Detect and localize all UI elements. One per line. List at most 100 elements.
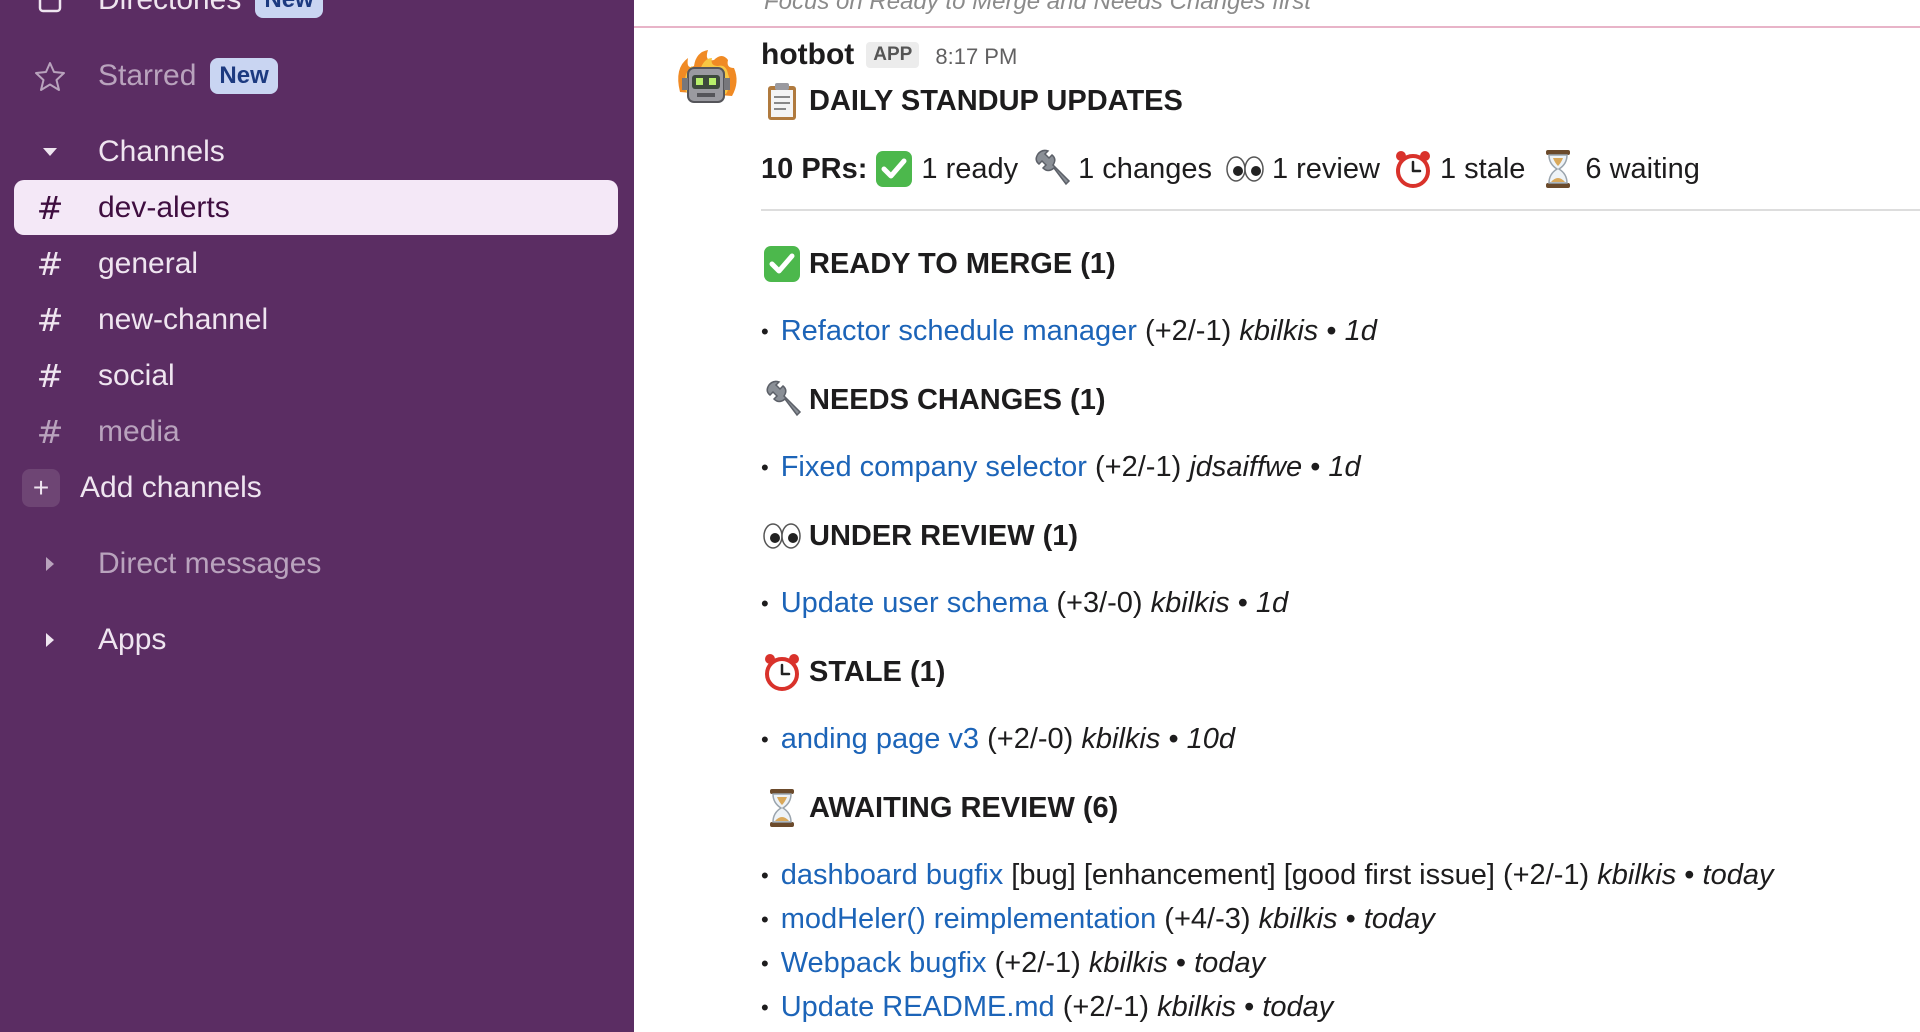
pr-diff: (+2/-1) (1145, 315, 1232, 347)
wrench-icon (1030, 148, 1072, 190)
sidebar-item-starred[interactable]: Starred New (14, 48, 618, 103)
app-badge: APP (866, 42, 920, 68)
pr-age: today (1363, 903, 1435, 935)
focus-hint: Focus on Ready to Merge and Needs Change… (764, 0, 1311, 15)
summary-prefix: 10 PRs: (761, 152, 868, 185)
pr-link[interactable]: Webpack bugfix (781, 947, 987, 980)
section-awaiting-review: AWAITING REVIEW (6) (761, 787, 1118, 829)
pr-list-item: • anding page v3 (+2/-0) kbilkis • 10d (761, 723, 1235, 756)
pr-link[interactable]: Refactor schedule manager (781, 315, 1137, 348)
plus-icon: + (22, 468, 60, 507)
robot-fire-icon (678, 50, 737, 103)
separator: • (1237, 587, 1248, 619)
pr-link[interactable]: Update README.md (781, 991, 1055, 1024)
section-title: AWAITING REVIEW (6) (809, 791, 1119, 824)
bot-name[interactable]: hotbot (761, 38, 854, 72)
pr-author: kbilkis (1157, 991, 1237, 1023)
summary-ready-text: 1 ready (921, 152, 1019, 185)
add-channels-label: Add channels (80, 470, 262, 504)
pr-age: 1d (1328, 451, 1361, 483)
channels-section-header[interactable]: Channels (14, 124, 618, 179)
hash-icon: # (36, 300, 64, 339)
check-icon (873, 148, 915, 190)
bullet: • (761, 994, 769, 1020)
pr-diff: (+2/-0) (987, 723, 1074, 755)
summary-waiting: 6 waiting (1537, 148, 1700, 190)
hash-icon: # (36, 356, 64, 395)
section-title: STALE (1) (809, 655, 946, 688)
pr-diff: (+2/-1) (1062, 991, 1149, 1023)
hash-icon: # (36, 188, 64, 227)
pr-author: kbilkis (1597, 859, 1677, 891)
pr-author: kbilkis (1081, 723, 1161, 755)
bullet: • (761, 590, 769, 616)
summary-waiting-text: 6 waiting (1585, 152, 1700, 185)
summary-review: 1 review (1224, 148, 1380, 190)
sidebar-item-social[interactable]: # social (14, 348, 618, 403)
pr-age: 1d (1344, 315, 1377, 347)
separator: • (1244, 991, 1255, 1023)
directories-icon (14, 0, 86, 15)
message-title-text: DAILY STANDUP UPDATES (809, 84, 1183, 117)
section-ready-to-merge: READY TO MERGE (1) (761, 243, 1116, 285)
sidebar: Directories New Starred New Channels # d… (0, 0, 634, 1032)
pr-author: kbilkis (1239, 315, 1319, 347)
sidebar-item-new-channel[interactable]: # new-channel (14, 292, 618, 347)
caret-down-icon (14, 146, 86, 158)
bullet: • (761, 726, 769, 752)
pr-link[interactable]: Fixed company selector (781, 451, 1087, 484)
channel-name: new-channel (98, 302, 269, 336)
pr-link[interactable]: anding page v3 (781, 723, 979, 756)
sidebar-item-media[interactable]: # media (14, 404, 618, 459)
alarm-clock-icon (1392, 148, 1434, 190)
summary-review-text: 1 review (1271, 152, 1380, 185)
summary-stale-text: 1 stale (1439, 152, 1526, 185)
channel-name: dev-alerts (98, 190, 230, 224)
pr-age: 10d (1186, 723, 1236, 755)
apps-section-header[interactable]: Apps (14, 612, 618, 667)
summary-stale: 1 stale (1392, 148, 1525, 190)
direct-messages-section-header[interactable]: Direct messages (14, 536, 618, 591)
section-title: READY TO MERGE (1) (809, 247, 1116, 280)
check-icon (761, 243, 803, 285)
summary-ready: 1 ready (873, 148, 1018, 190)
add-channels-button[interactable]: + Add channels (14, 460, 618, 515)
pr-diff: (+4/-3) (1164, 903, 1251, 935)
pr-summary: 10 PRs: 1 ready 1 changes 1 review 1 sta… (761, 148, 1712, 190)
summary-divider (761, 209, 1920, 211)
pr-age: today (1262, 991, 1334, 1023)
caret-right-icon (14, 555, 86, 573)
pr-list-item: • Update user schema (+3/-0) kbilkis • 1… (761, 587, 1288, 620)
bullet: • (761, 454, 769, 480)
summary-changes-text: 1 changes (1078, 152, 1212, 185)
channels-header-label: Channels (98, 134, 225, 168)
bullet: • (761, 906, 769, 932)
sidebar-item-directories[interactable]: Directories New (14, 0, 618, 27)
pr-list-item: • modHeler() reimplementation (+4/-3) kb… (761, 903, 1435, 936)
pr-link[interactable]: Update user schema (781, 587, 1049, 620)
sidebar-item-general[interactable]: # general (14, 236, 618, 291)
direct-messages-label: Direct messages (98, 546, 322, 580)
pr-list-item: • Update README.md (+2/-1) kbilkis • tod… (761, 991, 1333, 1024)
sidebar-item-dev-alerts[interactable]: # dev-alerts (14, 180, 618, 235)
message-timestamp[interactable]: 8:17 PM (935, 44, 1017, 70)
separator: • (1345, 903, 1356, 935)
sidebar-item-label: Starred (98, 58, 197, 92)
section-under-review: UNDER REVIEW (1) (761, 515, 1078, 557)
separator: • (1326, 315, 1337, 347)
bot-avatar[interactable] (670, 48, 742, 120)
section-title: NEEDS CHANGES (1) (809, 383, 1106, 416)
caret-right-icon (14, 631, 86, 649)
channel-name: general (98, 246, 199, 280)
hash-icon: # (36, 412, 64, 451)
pr-link[interactable]: modHeler() reimplementation (781, 903, 1157, 936)
pr-link[interactable]: dashboard bugfix (781, 859, 1004, 892)
pr-list-item: • Fixed company selector (+2/-1) jdsaiff… (761, 451, 1361, 484)
pr-labels: [bug] [enhancement] [good first issue] (1011, 859, 1495, 891)
add-icon-wrap: + (14, 468, 68, 507)
channel-name: social (98, 358, 175, 392)
pr-age: today (1702, 859, 1774, 891)
pr-list-item: • Webpack bugfix (+2/-1) kbilkis • today (761, 947, 1265, 980)
new-messages-divider (634, 26, 1920, 28)
sidebar-item-label: Directories (98, 0, 241, 17)
